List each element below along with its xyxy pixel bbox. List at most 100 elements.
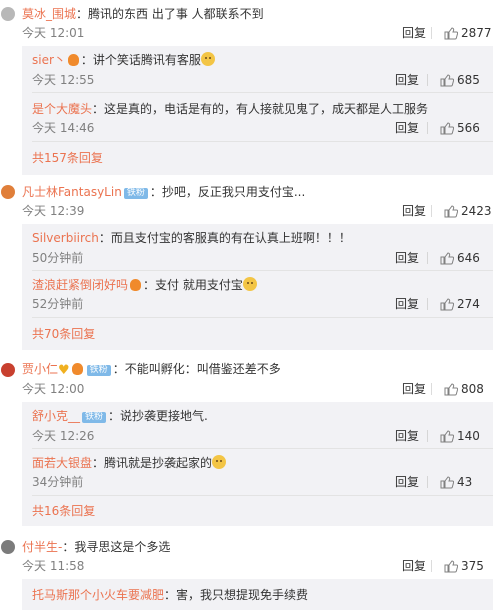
fan-badge-icon	[71, 363, 83, 375]
username-link[interactable]: 凡士林FantasyLin	[22, 185, 122, 199]
reply-list: 舒小克__ 铁粉 ：说抄袭更接地气. 今天 12:26 回复 140 面若大银盘：腾…	[22, 402, 493, 526]
divider	[427, 476, 428, 488]
thumbs-up-icon	[444, 383, 459, 396]
like-button[interactable]: 2877	[444, 25, 492, 41]
divider	[32, 317, 493, 318]
reply-button[interactable]: 回复	[395, 250, 419, 266]
reply-button[interactable]: 回复	[402, 558, 426, 574]
comment-time: 今天 11:58	[22, 559, 85, 573]
divider	[427, 430, 428, 442]
divider	[32, 92, 493, 93]
reply-text: ：讲个笑话腾讯有客服	[80, 53, 201, 67]
reply-time: 50分钟前	[32, 251, 84, 265]
comment-body: 贾小仁♥ 铁粉 ：不能叫孵化：叫借鉴还差不多	[22, 361, 281, 379]
reply-time: 今天 14:46	[32, 121, 95, 135]
emoji-icon	[242, 277, 257, 291]
thumbs-up-icon	[440, 252, 455, 265]
reply-time: 34分钟前	[32, 475, 84, 489]
like-button[interactable]: 646	[440, 250, 480, 266]
divider	[32, 495, 493, 496]
like-button[interactable]: 685	[440, 72, 480, 88]
fan-badge: 铁粉	[123, 188, 148, 199]
divider	[427, 298, 428, 310]
comment-time: 今天 12:39	[22, 204, 85, 218]
thumbs-up-icon	[444, 560, 459, 573]
reply-button[interactable]: 回复	[395, 474, 419, 490]
divider	[431, 27, 432, 39]
like-count: 646	[457, 251, 480, 265]
reply-button[interactable]: 回复	[395, 72, 419, 88]
thumbs-up-icon	[440, 476, 455, 489]
avatar[interactable]	[1, 363, 15, 377]
reply-list: 托马斯那个小火车要减肥：害，我只想提现免手续费	[22, 579, 493, 610]
emoji-icon	[200, 52, 215, 66]
comment-body: 付半生-：我寻思这是个多选	[22, 539, 170, 555]
username-link[interactable]: 托马斯那个小火车要减肥	[32, 588, 164, 602]
reply-time: 52分钟前	[32, 297, 84, 311]
username-link[interactable]: 面若大银盘	[32, 456, 92, 470]
thumbs-up-icon	[444, 27, 459, 40]
reply-text: ：支付 就用支付宝	[143, 278, 243, 292]
like-count: 685	[457, 73, 480, 87]
username-link[interactable]: 是个大魔头	[32, 102, 92, 116]
reply-button[interactable]: 回复	[395, 296, 419, 312]
more-replies-link[interactable]: 共157条回复	[32, 150, 103, 166]
comment-time: 今天 12:01	[22, 26, 85, 40]
divider	[32, 270, 493, 271]
reply-text: ：说抄袭更接地气.	[108, 409, 208, 423]
like-count: 274	[457, 297, 480, 311]
username-link[interactable]: 莫冰_围城	[22, 7, 76, 21]
username-link[interactable]: 渣浪赶紧倒闭好吗	[32, 278, 128, 292]
emoji-icon	[212, 455, 227, 469]
thumbs-up-icon	[440, 122, 455, 135]
more-replies-link[interactable]: 共16条回复	[32, 503, 95, 519]
like-button[interactable]: 375	[444, 558, 484, 574]
reply-button[interactable]: 回复	[395, 120, 419, 136]
like-count: 2423	[461, 204, 492, 218]
reply-time: 今天 12:26	[32, 429, 95, 443]
username-link[interactable]: Silverbiirch	[32, 231, 99, 245]
like-button[interactable]: 274	[440, 296, 480, 312]
divider	[431, 560, 432, 572]
like-button[interactable]: 140	[440, 428, 480, 444]
avatar[interactable]	[1, 540, 15, 554]
vip-heart-icon: ♥	[58, 363, 70, 378]
thumbs-up-icon	[440, 430, 455, 443]
like-button[interactable]: 808	[444, 381, 484, 397]
reply-button[interactable]: 回复	[402, 203, 426, 219]
reply-item: 托马斯那个小火车要减肥：害，我只想提现免手续费	[32, 587, 308, 603]
like-button[interactable]: 2423	[444, 203, 492, 219]
username-link[interactable]: 舒小克__	[32, 409, 80, 423]
comment-time: 今天 12:00	[22, 382, 85, 396]
divider	[431, 383, 432, 395]
comment-body: 莫冰_围城：腾讯的东西 出了事 人都联系不到	[22, 6, 264, 22]
reply-item: sier丶 ：讲个笑话腾讯有客服	[32, 52, 215, 68]
avatar[interactable]	[1, 7, 15, 21]
reply-button[interactable]: 回复	[402, 381, 426, 397]
reply-item: 舒小克__ 铁粉 ：说抄袭更接地气.	[32, 408, 208, 424]
reply-button[interactable]: 回复	[402, 25, 426, 41]
like-button[interactable]: 43	[440, 474, 472, 490]
like-count: 43	[457, 475, 473, 489]
like-button[interactable]: 566	[440, 120, 480, 136]
reply-button[interactable]: 回复	[395, 428, 419, 444]
reply-item: 是个大魔头：这是真的，电话是有的，有人接就见鬼了，成天都是人工服务	[32, 101, 428, 117]
username-link[interactable]: 付半生-	[22, 540, 62, 554]
like-count: 375	[461, 559, 484, 573]
comment-text: ：不能叫孵化：叫借鉴还差不多	[112, 362, 281, 376]
more-replies-link[interactable]: 共70条回复	[32, 326, 95, 342]
thumbs-up-icon	[444, 205, 459, 218]
like-count: 140	[457, 429, 480, 443]
username-link[interactable]: 贾小仁	[22, 362, 58, 376]
avatar[interactable]	[1, 185, 15, 199]
username-link[interactable]: sier丶	[32, 53, 66, 67]
divider	[32, 448, 493, 449]
reply-item: Silverbiirch：而且支付宝的客服真的有在认真上班啊！！！	[32, 230, 351, 246]
like-count: 808	[461, 382, 484, 396]
divider	[427, 252, 428, 264]
reply-text: ：害，我只想提现免手续费	[164, 588, 309, 602]
fan-badge-icon	[67, 54, 79, 66]
comment-text: ：我寻思这是个多选	[62, 540, 171, 554]
reply-list: sier丶 ：讲个笑话腾讯有客服 今天 12:55 回复 685 是个大魔头：这是…	[22, 46, 493, 175]
thumbs-up-icon	[440, 74, 455, 87]
